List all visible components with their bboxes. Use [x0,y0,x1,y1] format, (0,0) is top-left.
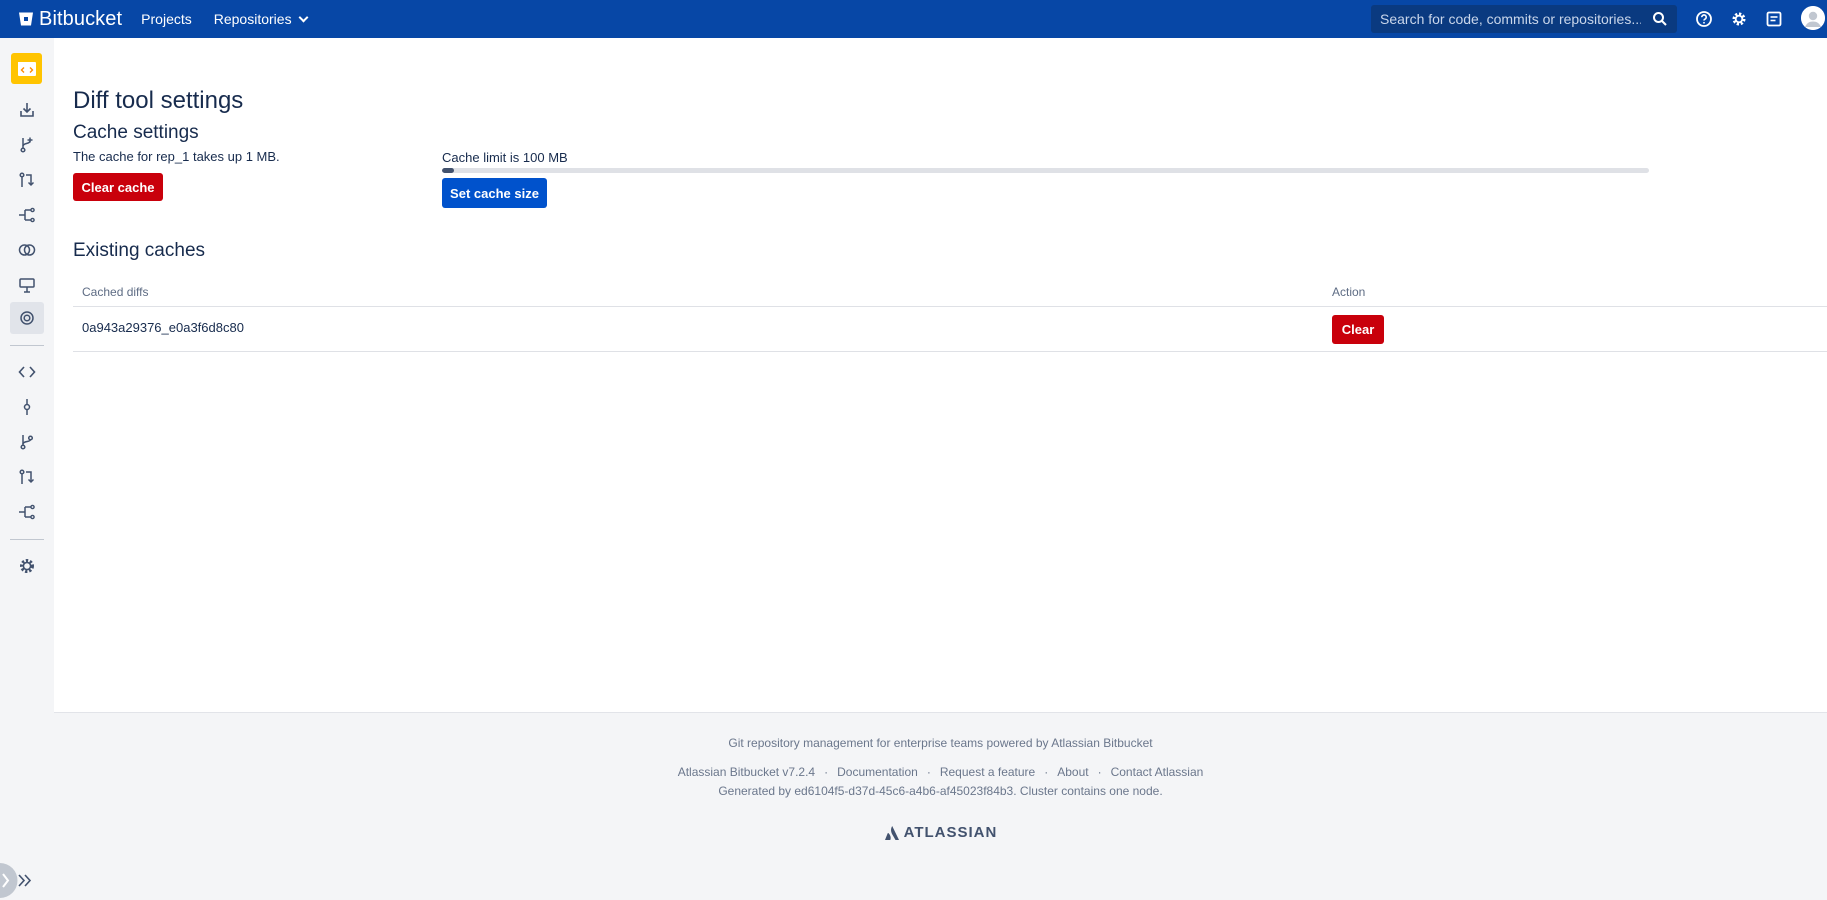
set-cache-size-button[interactable]: Set cache size [442,178,547,208]
sidebar-item-compare[interactable] [10,234,44,266]
nav-projects-label: Projects [141,11,192,27]
bitbucket-logo[interactable]: Bitbucket [18,0,122,38]
footer-separator: · [1044,765,1049,779]
nav-projects[interactable]: Projects [141,11,192,27]
cache-usage-progress-bar [442,168,1649,173]
footer-links: Atlassian Bitbucket v7.2.4 · Documentati… [54,765,1827,779]
footer-separator: · [1097,765,1102,779]
footer-link-contact[interactable]: Contact Atlassian [1111,765,1204,779]
help-icon[interactable] [1695,10,1713,28]
cache-settings-heading: Cache settings [73,122,199,143]
sidebar-item-repository-settings[interactable] [10,550,44,582]
create-pull-request-icon [19,172,35,187]
repository-avatar[interactable] [11,53,42,84]
repository-settings-icon [20,559,34,573]
cache-usage-progress-fill [442,168,455,173]
user-avatar-icon [1801,6,1825,30]
forks-icon [19,504,35,520]
sidebar-item-pull-requests[interactable] [10,461,44,493]
sidebar-item-diff-tool-settings[interactable] [10,302,44,334]
sidebar-divider [10,539,44,540]
search-input[interactable] [1371,11,1641,27]
gear-icon[interactable] [1730,10,1748,28]
cache-usage-text: The cache for rep_1 takes up 1 MB. [73,149,280,164]
cache-limit-label: Cache limit is 100 MB [442,150,568,165]
column-header-action: Action [1332,285,1366,299]
page-title: Diff tool settings [73,87,244,114]
existing-caches-heading: Existing caches [73,240,206,261]
table-row: 0a943a29376_e0a3f6d8c80 Clear [73,308,1827,352]
sidebar-item-fork[interactable] [10,199,44,231]
bitbucket-logo-icon [19,12,33,26]
create-branch-icon [20,137,33,153]
search-icon[interactable] [1652,11,1668,27]
expand-sidebar-button[interactable] [0,861,54,900]
sidebar-item-source[interactable] [10,356,44,388]
footer-tagline: Git repository management for enterprise… [728,736,1153,750]
atlassian-logo-text: ATLASSIAN [903,824,998,841]
search-box [1371,5,1677,33]
atlassian-logo-icon [884,825,899,840]
brand-name: Bitbucket [39,7,123,30]
sidebar-item-clone[interactable] [10,94,44,126]
sidebar [0,38,54,900]
chevron-down-icon [298,12,309,22]
commits-icon [23,399,31,415]
source-icon [18,366,36,378]
repository-avatar-icon [17,61,36,76]
clear-cache-button[interactable]: Clear cache [73,173,163,201]
sidebar-item-create-pull-request[interactable] [10,164,44,196]
footer: Git repository management for enterprise… [54,712,1827,900]
footer-link-about[interactable]: About [1057,765,1088,779]
atlassian-logo[interactable]: ATLASSIAN [54,824,1827,841]
sidebar-item-branches[interactable] [10,426,44,458]
expand-sidebar-icon [0,863,32,898]
branches-icon [20,435,34,450]
footer-separator: · [926,765,931,779]
clear-diff-button[interactable]: Clear [1332,315,1384,344]
inbox-icon[interactable] [1765,10,1783,28]
create-directory-icon [19,278,35,293]
pull-requests-icon [19,469,35,484]
sidebar-divider [10,345,44,346]
nav-repositories[interactable]: Repositories [213,11,309,27]
sidebar-item-forks[interactable] [10,496,44,528]
top-navigation-bar: Bitbucket Projects Repositories [0,0,1827,38]
footer-separator: · [824,765,829,779]
footer-link-request-feature[interactable]: Request a feature [940,765,1035,779]
caches-table-header: Cached diffs Action [73,281,1827,307]
footer-generated-info: Generated by ed6104f5-d37d-45c6-a4b6-af4… [718,784,1163,798]
sidebar-item-create-directory[interactable] [10,269,44,301]
fork-icon [19,207,35,223]
nav-repositories-label: Repositories [213,11,292,27]
diff-tool-settings-icon [20,311,34,325]
compare-icon [18,244,36,256]
sidebar-item-create-branch[interactable] [10,129,44,161]
footer-link-version[interactable]: Atlassian Bitbucket v7.2.4 [678,765,815,779]
footer-link-documentation[interactable]: Documentation [837,765,918,779]
sidebar-item-commits[interactable] [10,391,44,423]
clone-icon [20,103,34,117]
cached-diff-id: 0a943a29376_e0a3f6d8c80 [82,320,244,335]
avatar[interactable] [1801,6,1825,30]
column-header-cached-diffs: Cached diffs [82,285,149,299]
